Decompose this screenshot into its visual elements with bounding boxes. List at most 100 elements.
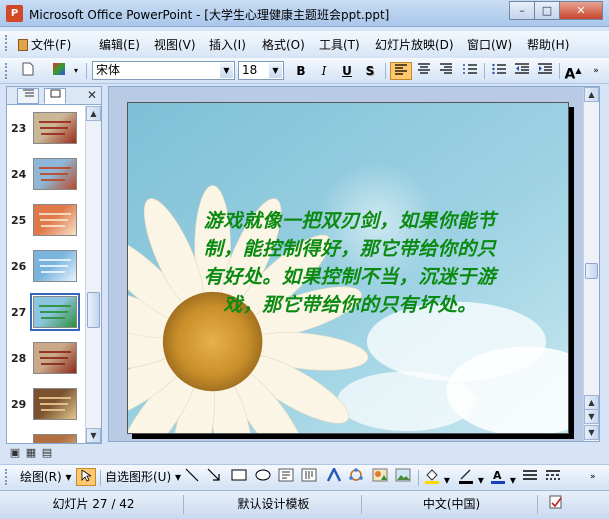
menu-file[interactable]: 文件(F) [18, 36, 71, 53]
thumbnail-text-line [39, 305, 71, 307]
wordart-icon[interactable] [326, 466, 344, 486]
menu-grip-handle[interactable] [5, 35, 9, 51]
align-right-button[interactable] [436, 62, 456, 80]
thumbnail-text-line [39, 351, 71, 353]
thumbnail-slide-23[interactable]: 23 [7, 112, 85, 158]
slide-scrollbar[interactable]: ▲ ▲ ▼ ▼ [583, 87, 599, 441]
rectangle-tool-icon[interactable] [231, 468, 249, 486]
view-buttons: ▣ ▦ ▤ [6, 446, 102, 462]
line-tool-icon[interactable] [185, 468, 201, 486]
shadow-button[interactable]: S [360, 62, 380, 80]
align-left-button[interactable] [390, 62, 412, 80]
grow-font-label: A [564, 66, 576, 83]
thumbnail-slide-30[interactable]: 30 [7, 434, 85, 443]
spelling-check-icon[interactable] [542, 495, 570, 514]
tab-outline[interactable] [17, 88, 39, 104]
slide-editing-area: 游戏就像一把双刃剑，如果你能节 制，能控制得好，那它带给你的只 有好处。如果控制… [108, 86, 600, 442]
toolbar-options-icon[interactable]: » [590, 62, 602, 80]
menu-file-label: 文件(F) [31, 38, 72, 52]
autoshapes-menu-button[interactable]: 自选图形(U) ▾ [105, 468, 181, 486]
bold-button[interactable]: B [291, 62, 311, 80]
thumbnail-text-line [39, 121, 71, 123]
drawbar-grip-handle[interactable] [5, 469, 9, 485]
color-dropdown-icon[interactable]: ▾ [72, 62, 80, 80]
line-color-icon[interactable]: ▾ [458, 468, 484, 487]
thumbnail-slide-28[interactable]: 28 [7, 342, 85, 388]
fill-color-icon[interactable]: ▾ [424, 468, 450, 487]
thumbnail-text-line [39, 167, 71, 169]
underline-button[interactable]: U [337, 62, 357, 80]
maximize-button[interactable]: □ [534, 1, 560, 20]
slide-sorter-view-icon[interactable]: ▦ [24, 446, 38, 460]
scroll-up-icon[interactable]: ▲ [584, 87, 599, 102]
pane-close-icon[interactable]: ✕ [87, 88, 97, 102]
grow-font-button[interactable]: A▲ [563, 62, 583, 83]
increase-indent-icon [538, 63, 552, 74]
select-objects-icon[interactable] [76, 468, 96, 486]
thumbnail-text-line [41, 179, 65, 181]
thumbnail-text-line [41, 133, 65, 135]
drawbar-options-icon[interactable]: » [590, 468, 602, 486]
scroll-down-icon[interactable]: ▲ [584, 395, 599, 410]
scrollbar-thumb[interactable] [585, 263, 598, 279]
menu-file-icon [18, 39, 28, 51]
slide-text-line: 制，能控制得好，那它带给你的只 [203, 238, 497, 260]
align-center-button[interactable] [414, 62, 434, 80]
textbox-tool-icon[interactable] [278, 468, 296, 486]
font-size-dropdown-icon[interactable]: ▼ [269, 63, 282, 78]
svg-text:A: A [493, 469, 502, 482]
font-size-combo[interactable]: 18 ▼ [238, 61, 284, 80]
scrollbar-thumb[interactable] [87, 292, 100, 328]
insert-picture-icon[interactable] [395, 468, 413, 486]
font-name-combo[interactable]: 宋体 ▼ [92, 61, 235, 80]
normal-view-icon[interactable]: ▣ [8, 446, 22, 460]
minimize-button[interactable]: – [509, 1, 535, 20]
thumbnail-slide-27[interactable]: 27 [7, 293, 85, 342]
vertical-textbox-icon[interactable] [301, 468, 319, 486]
thumbnail-slide-26[interactable]: 26 [7, 250, 85, 296]
thumbnail-number: 25 [11, 214, 27, 227]
font-color-icon[interactable]: A ▾ [490, 468, 516, 487]
menu-slideshow[interactable]: 幻灯片放映(D) [375, 36, 454, 53]
menu-help[interactable]: 帮助(H) [527, 36, 569, 53]
menu-format[interactable]: 格式(O) [262, 36, 305, 53]
menu-window[interactable]: 窗口(W) [467, 36, 512, 53]
oval-tool-icon[interactable] [255, 468, 273, 486]
arrow-tool-icon[interactable] [207, 468, 223, 486]
menu-tools[interactable]: 工具(T) [319, 36, 360, 53]
close-button[interactable]: ✕ [559, 1, 603, 20]
draw-menu-button[interactable]: 绘图(R) ▾ [20, 468, 72, 486]
thumbnail-slide-25[interactable]: 25 [7, 204, 85, 250]
menu-edit[interactable]: 编辑(E) [99, 36, 140, 53]
diagram-icon[interactable] [348, 468, 366, 486]
slide-text-box[interactable]: 游戏就像一把双刃剑，如果你能节 制，能控制得好，那它带给你的只 有好处。如果控制… [158, 207, 542, 319]
font-name-dropdown-icon[interactable]: ▼ [220, 63, 233, 78]
scroll-down-icon[interactable]: ▼ [584, 425, 599, 440]
clipart-icon[interactable] [372, 468, 390, 486]
thumbnail-number: 27 [11, 306, 27, 319]
toolbar-grip-handle[interactable] [5, 63, 9, 79]
scroll-down-icon[interactable]: ▼ [86, 428, 101, 443]
line-style-icon[interactable] [522, 468, 540, 486]
dash-style-icon[interactable] [545, 468, 563, 486]
font-size-value: 18 [242, 63, 258, 77]
italic-button[interactable]: I [314, 62, 334, 80]
tab-slides[interactable] [44, 88, 66, 104]
current-slide[interactable]: 游戏就像一把双刃剑，如果你能节 制，能控制得好，那它带给你的只 有好处。如果控制… [127, 102, 569, 434]
thumbnail-image [30, 293, 80, 331]
color-palette-icon[interactable] [48, 62, 70, 80]
decrease-indent-button[interactable] [512, 62, 532, 80]
bullet-list-button[interactable] [489, 62, 509, 80]
next-slide-icon[interactable]: ▼ [584, 409, 599, 424]
new-document-icon[interactable] [18, 62, 38, 80]
numbered-list-button[interactable] [460, 62, 480, 80]
thumbnail-slide-29[interactable]: 29 [7, 388, 85, 434]
powerpoint-app-icon[interactable]: P [6, 5, 23, 22]
slideshow-view-icon[interactable]: ▤ [40, 446, 54, 460]
menu-view[interactable]: 视图(V) [154, 36, 196, 53]
thumbnail-slide-24[interactable]: 24 [7, 158, 85, 204]
thumbnail-scrollbar[interactable]: ▲ ▼ [85, 106, 101, 443]
scroll-up-icon[interactable]: ▲ [86, 106, 101, 121]
increase-indent-button[interactable] [535, 62, 555, 80]
menu-insert[interactable]: 插入(I) [209, 36, 246, 53]
